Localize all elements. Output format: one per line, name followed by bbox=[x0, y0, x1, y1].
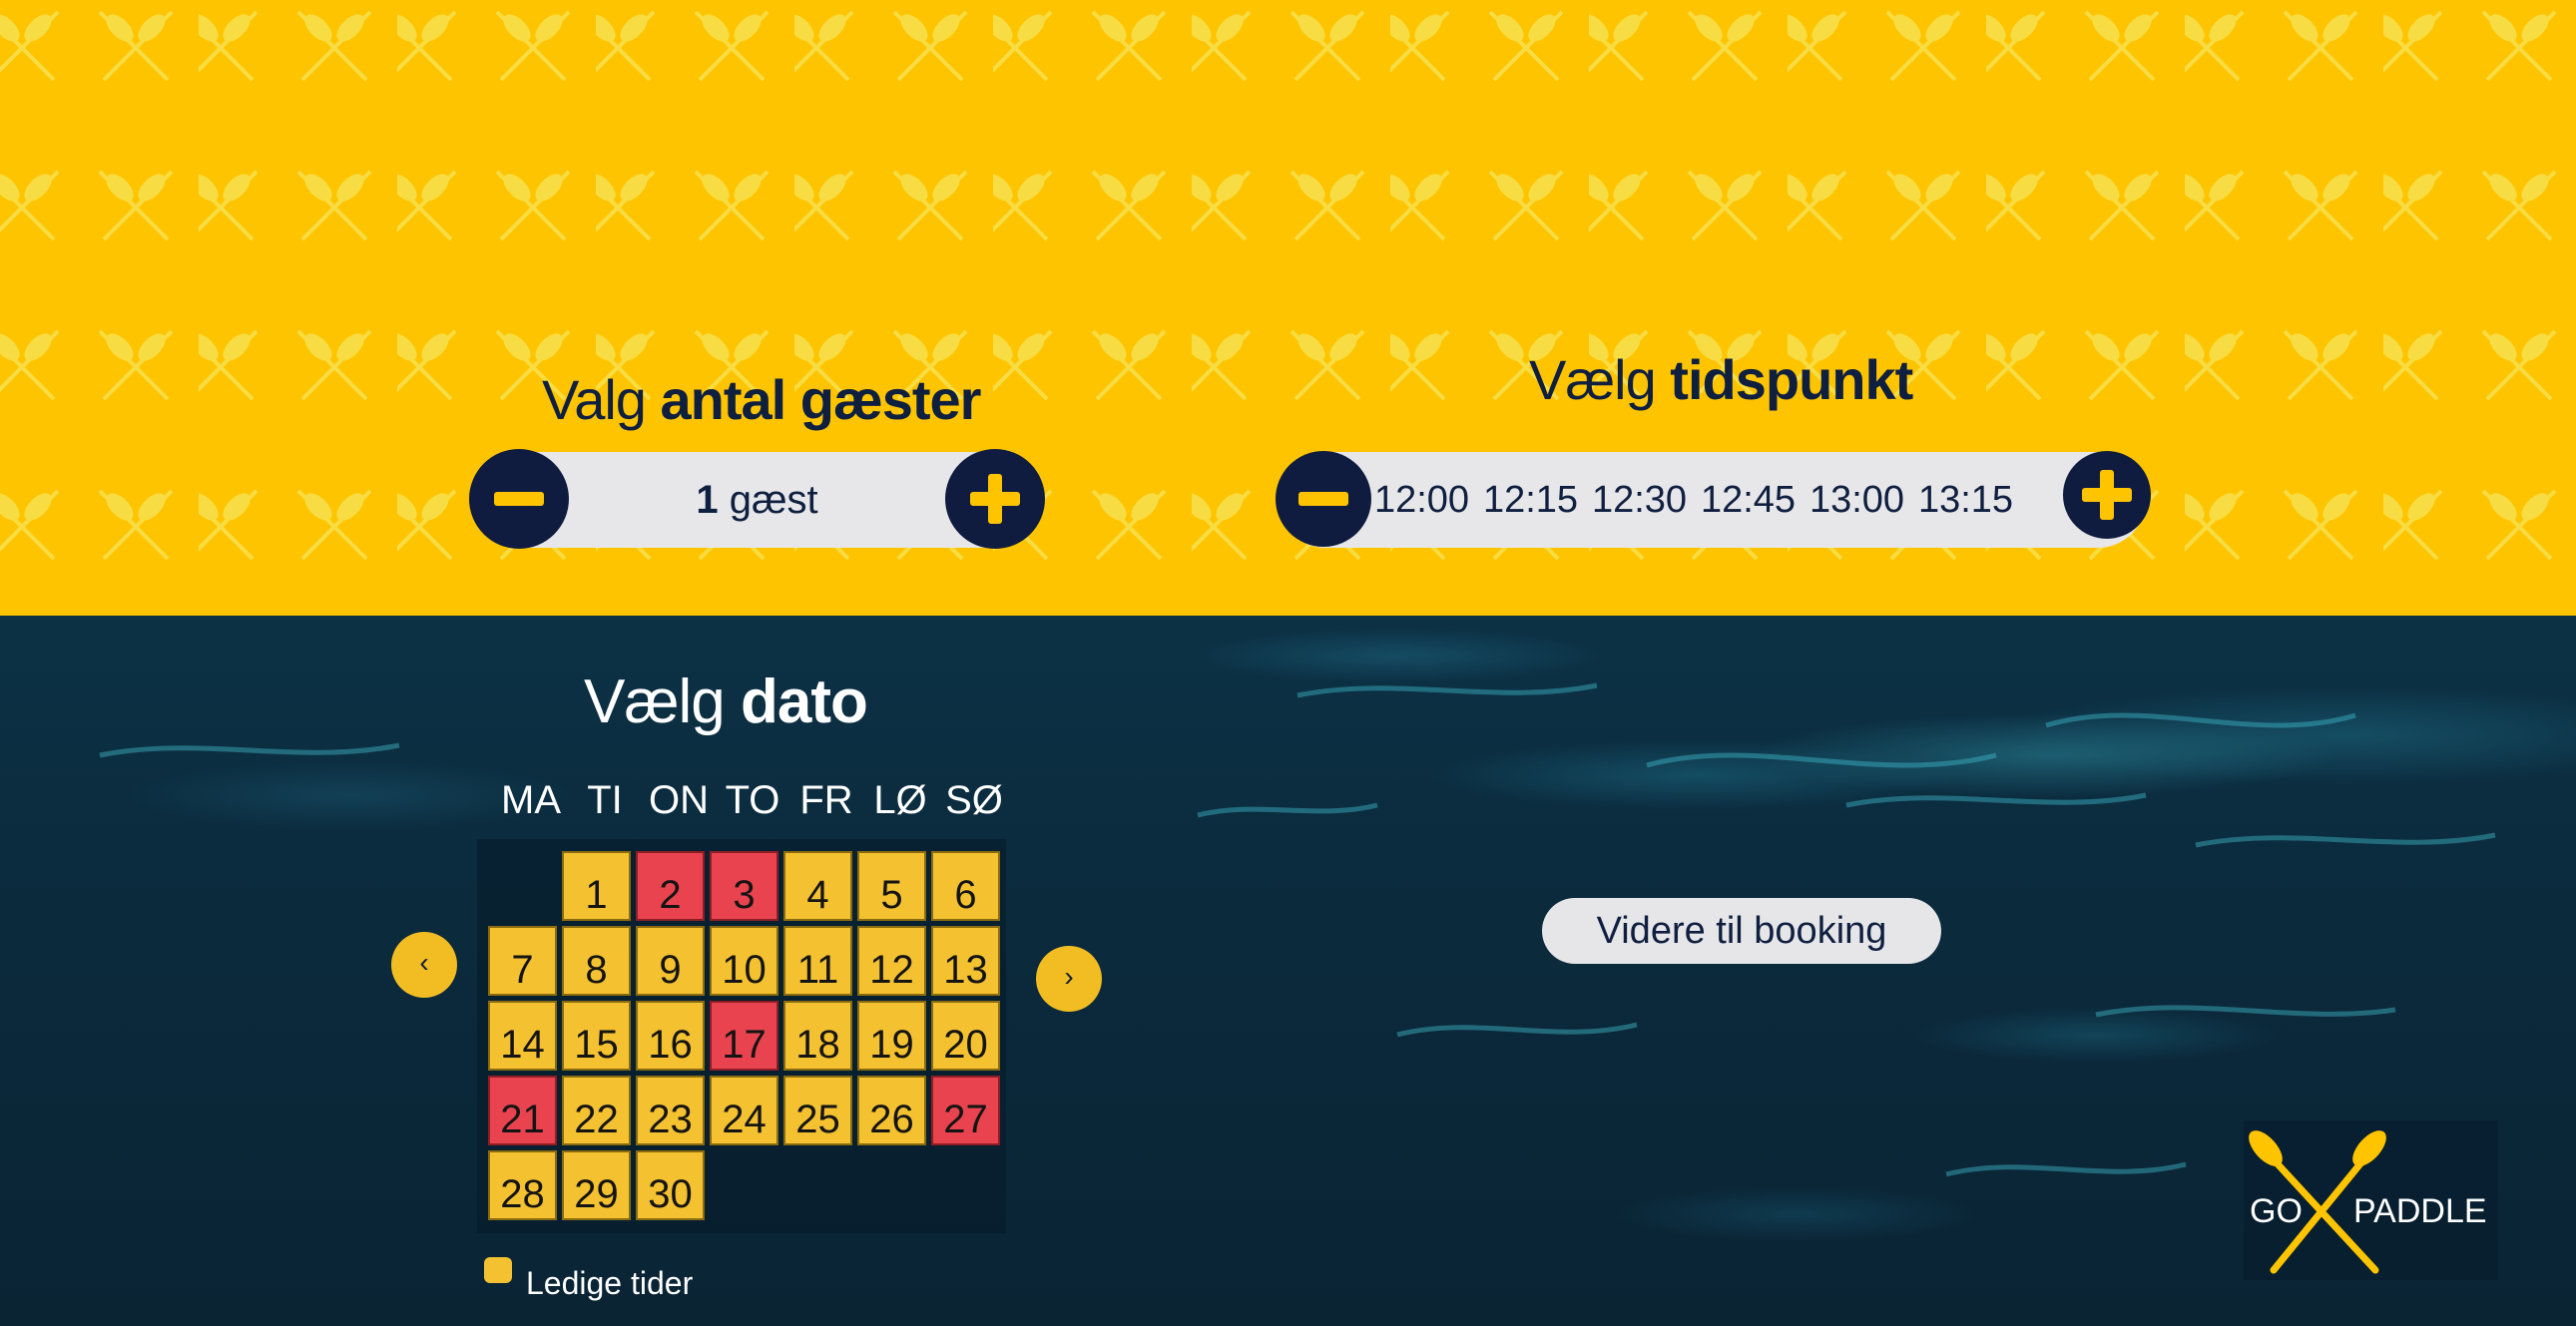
calendar-day-24[interactable]: 24 bbox=[710, 1076, 778, 1145]
calendar-day-23[interactable]: 23 bbox=[636, 1076, 705, 1145]
time-slot-1300[interactable]: 13:00 bbox=[1803, 479, 1911, 522]
calendar-grid: 1 2 3 4 5 6 7 8 9 10 11 12 13 14 15 16 17 18 19 20 21 22 23 24 2… bbox=[477, 839, 1006, 1233]
bottom-section bbox=[0, 616, 2576, 1326]
calendar-day-29[interactable]: 29 bbox=[562, 1150, 631, 1220]
guest-unit: gæst bbox=[718, 478, 818, 522]
guest-plus-button[interactable] bbox=[945, 449, 1045, 549]
minus-icon bbox=[494, 492, 544, 506]
time-slot-1200[interactable]: 12:00 bbox=[1367, 479, 1476, 522]
calendar-day-6[interactable]: 6 bbox=[931, 851, 1000, 921]
calendar-day-27[interactable]: 27 bbox=[931, 1076, 1000, 1145]
calendar-day-16[interactable]: 16 bbox=[636, 1001, 705, 1071]
weekday-mon: MA bbox=[501, 778, 561, 822]
logo-text-paddle: PADDLE bbox=[2353, 1192, 2487, 1230]
guest-count: 1 bbox=[696, 478, 719, 522]
date-heading-prefix: Vælg bbox=[584, 667, 741, 736]
time-next-button[interactable] bbox=[2063, 451, 2151, 539]
calendar-day-15[interactable]: 15 bbox=[562, 1001, 631, 1071]
minus-icon bbox=[1298, 492, 1348, 506]
calendar-day-12[interactable]: 12 bbox=[857, 926, 926, 996]
calendar-day-30[interactable]: 30 bbox=[636, 1150, 705, 1220]
prev-month-button[interactable]: ‹ bbox=[391, 932, 457, 998]
water-background bbox=[99, 682, 2496, 1177]
time-slot-1215[interactable]: 12:15 bbox=[1476, 479, 1585, 522]
calendar-day-5[interactable]: 5 bbox=[857, 851, 926, 921]
chevron-right-icon: › bbox=[1064, 961, 1074, 992]
time-heading-prefix: Vælg bbox=[1529, 348, 1671, 411]
calendar-day-20[interactable]: 20 bbox=[931, 1001, 1000, 1071]
time-heading-bold: tidspunkt bbox=[1670, 348, 1913, 411]
next-month-button[interactable]: › bbox=[1036, 946, 1102, 1012]
gopaddle-logo: GO PADDLE bbox=[2244, 1120, 2498, 1280]
time-slot-1230[interactable]: 12:30 bbox=[1585, 479, 1694, 522]
calendar-day-14[interactable]: 14 bbox=[488, 1001, 557, 1071]
time-selector: 12:00 12:15 12:30 12:45 13:00 13:15 bbox=[1278, 452, 2146, 548]
guests-heading-bold: antal gæster bbox=[660, 368, 981, 431]
calendar-day-25[interactable]: 25 bbox=[783, 1076, 852, 1145]
calendar-day-18[interactable]: 18 bbox=[783, 1001, 852, 1071]
time-slot-1315[interactable]: 13:15 bbox=[1911, 479, 2020, 522]
continue-booking-button[interactable]: Videre til booking bbox=[1542, 898, 1941, 964]
calendar-day-17[interactable]: 17 bbox=[710, 1001, 778, 1071]
calendar-day-11[interactable]: 11 bbox=[783, 926, 852, 996]
guest-minus-button[interactable] bbox=[469, 449, 569, 549]
weekday-sun: SØ bbox=[945, 778, 1003, 822]
date-heading: Vælg dato bbox=[584, 666, 868, 737]
date-heading-bold: dato bbox=[740, 667, 868, 736]
calendar-day-26[interactable]: 26 bbox=[857, 1076, 926, 1145]
legend-available-label: Ledige tider bbox=[526, 1265, 694, 1301]
time-slot-list: 12:00 12:15 12:30 12:45 13:00 13:15 bbox=[1367, 452, 2020, 548]
logo-text-go: GO bbox=[2250, 1192, 2303, 1230]
time-heading: Vælg tidspunkt bbox=[1529, 347, 1913, 412]
calendar-day-28[interactable]: 28 bbox=[488, 1150, 557, 1220]
calendar-day-10[interactable]: 10 bbox=[710, 926, 778, 996]
calendar-day-1[interactable]: 1 bbox=[562, 851, 631, 921]
calendar-day-21[interactable]: 21 bbox=[488, 1076, 557, 1145]
plus-icon-vertical bbox=[2100, 470, 2114, 520]
calendar-day-4[interactable]: 4 bbox=[783, 851, 852, 921]
calendar-day-9[interactable]: 9 bbox=[636, 926, 705, 996]
guests-heading-prefix: Valg bbox=[542, 368, 661, 431]
weekday-fri: FR bbox=[799, 778, 853, 822]
chevron-left-icon: ‹ bbox=[419, 947, 429, 978]
calendar-day-13[interactable]: 13 bbox=[931, 926, 1000, 996]
calendar-day-22[interactable]: 22 bbox=[562, 1076, 631, 1145]
calendar-day-3[interactable]: 3 bbox=[710, 851, 778, 921]
plus-icon-vertical bbox=[988, 474, 1002, 524]
calendar-day-7[interactable]: 7 bbox=[488, 926, 557, 996]
calendar-day-19[interactable]: 19 bbox=[857, 1001, 926, 1071]
weekday-sat: LØ bbox=[873, 778, 927, 822]
guests-heading: Valg antal gæster bbox=[542, 367, 981, 432]
weekday-thu: TO bbox=[725, 778, 780, 822]
calendar-day-2[interactable]: 2 bbox=[636, 851, 705, 921]
legend-available-swatch bbox=[484, 1257, 512, 1283]
time-slot-1245[interactable]: 12:45 bbox=[1694, 479, 1803, 522]
time-prev-button[interactable] bbox=[1276, 451, 1371, 547]
weekday-wed: ON bbox=[649, 778, 709, 822]
weekday-header: MA TI ON TO FR LØ SØ bbox=[494, 778, 1011, 823]
calendar-day-8[interactable]: 8 bbox=[562, 926, 631, 996]
weekday-tue: TI bbox=[587, 778, 623, 822]
